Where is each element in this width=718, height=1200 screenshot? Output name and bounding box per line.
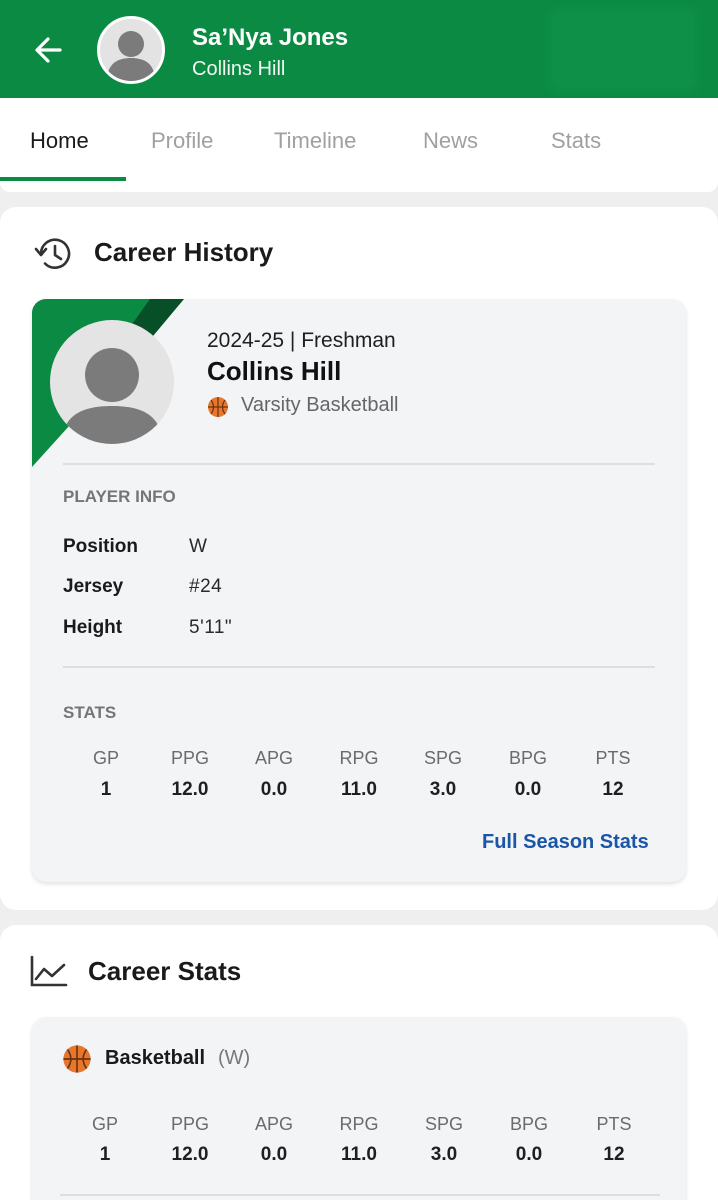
season-label: 2024-25 | Freshman: [207, 329, 396, 352]
default-avatar-icon: [62, 348, 162, 444]
stat-value: 12: [603, 1144, 625, 1165]
career-history-title: Career History: [94, 237, 274, 267]
tab-home[interactable]: Home: [30, 128, 89, 154]
season-avatar: [50, 320, 174, 444]
stat-value: 12.0: [171, 1144, 209, 1165]
header-ad-area: [548, 8, 698, 92]
sport-stats-card: Basketball (W) GP PPG APG RPG SPG BPG PT…: [32, 1017, 686, 1200]
player-school: Collins Hill: [192, 58, 286, 80]
stat-value: 1: [100, 779, 112, 800]
history-icon: [34, 238, 71, 269]
stat-header: BPG: [508, 748, 547, 768]
stat-header: APG: [254, 1114, 293, 1134]
stat-header: PPG: [170, 748, 209, 768]
stat-header: SPG: [424, 1114, 463, 1134]
stat-value: 0.0: [515, 1144, 543, 1165]
stat-value: 12.0: [171, 779, 209, 800]
sport-name: Basketball: [105, 1047, 206, 1069]
stat-header: PTS: [596, 1114, 632, 1134]
stat-header: APG: [254, 748, 293, 768]
previous-card-edge: [0, 182, 718, 192]
stat-header: PPG: [170, 1114, 209, 1134]
divider: [63, 463, 655, 465]
back-button[interactable]: [30, 30, 70, 70]
basketball-icon: [208, 397, 228, 417]
line-chart-icon: [30, 955, 68, 987]
info-value-position: W: [189, 536, 208, 557]
position-tag: (W): [218, 1047, 251, 1069]
avatar[interactable]: [97, 16, 165, 84]
career-stats-section: Career Stats Basketball (W) GP PPG APG R…: [0, 925, 718, 1200]
divider: [60, 1194, 660, 1196]
tab-profile[interactable]: Profile: [151, 128, 213, 154]
player-name: Sa’Nya Jones: [192, 24, 349, 51]
info-key-jersey: Jersey: [63, 576, 124, 597]
career-stats-title: Career Stats: [88, 956, 242, 986]
active-tab-indicator: [0, 177, 126, 181]
stat-value: 0.0: [260, 779, 288, 800]
tab-news[interactable]: News: [423, 128, 478, 154]
tab-timeline[interactable]: Timeline: [274, 128, 356, 154]
stat-value: 11.0: [341, 1144, 377, 1165]
app-header: Sa’Nya Jones Collins Hill: [0, 0, 718, 98]
player-info-label: PLAYER INFO: [63, 487, 176, 506]
tab-bar: Home Profile Timeline News Stats: [0, 98, 718, 182]
arrow-left-icon: [35, 37, 62, 63]
stat-value: 1: [99, 1144, 111, 1165]
stat-header: GP: [91, 1114, 118, 1134]
stat-value: 12: [602, 779, 624, 800]
info-value-height: 5'11": [189, 617, 233, 638]
team-name: Varsity Basketball: [241, 394, 399, 416]
default-avatar-icon: [100, 19, 162, 81]
stat-header: SPG: [423, 748, 462, 768]
season-school: Collins Hill: [207, 356, 342, 386]
stat-header: BPG: [509, 1114, 548, 1134]
info-value-jersey: #24: [189, 576, 223, 597]
stat-value: 11.0: [341, 779, 377, 800]
career-history-section: Career History 2024-25 | Freshman Collin…: [0, 207, 718, 910]
stat-value: 3.0: [430, 1144, 458, 1165]
stat-header: GP: [92, 748, 119, 768]
stat-header: PTS: [595, 748, 631, 768]
stat-header: RPG: [339, 748, 379, 768]
stat-value: 0.0: [260, 1144, 288, 1165]
tab-stats[interactable]: Stats: [551, 128, 601, 154]
stat-value: 0.0: [514, 779, 542, 800]
info-key-height: Height: [63, 617, 123, 638]
basketball-icon: [63, 1045, 91, 1073]
stat-value: 3.0: [429, 779, 457, 800]
full-season-stats-link[interactable]: Full Season Stats: [482, 831, 649, 854]
divider: [63, 666, 655, 668]
stats-label: STATS: [63, 703, 117, 722]
season-card: 2024-25 | Freshman Collins Hill Varsity …: [32, 299, 686, 882]
info-key-position: Position: [63, 536, 138, 557]
stat-header: RPG: [339, 1114, 379, 1134]
